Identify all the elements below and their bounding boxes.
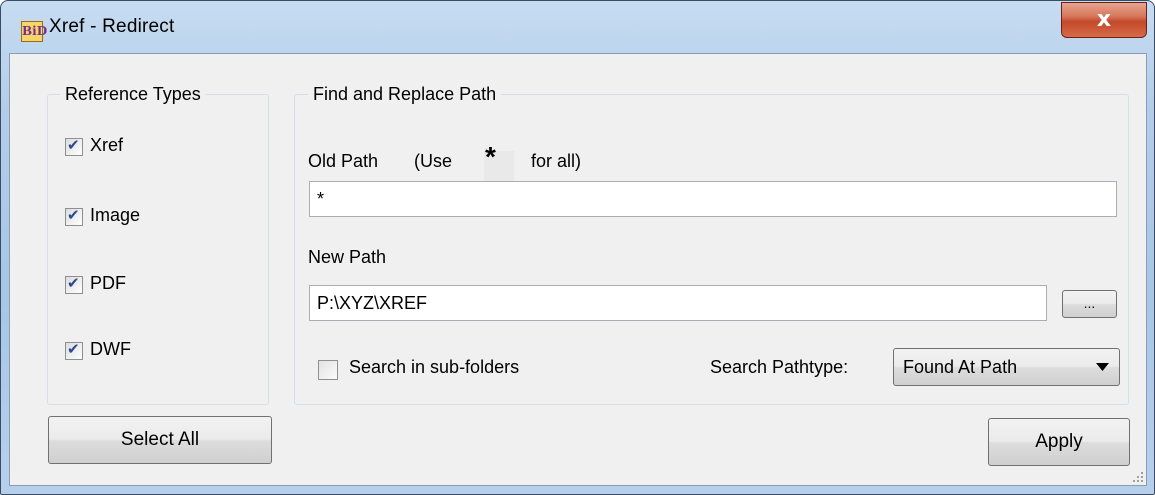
dialog-client-area: Reference Types Xref Image PDF DWF Find … <box>9 53 1147 486</box>
find-replace-legend: Find and Replace Path <box>308 84 502 105</box>
dwf-checkbox[interactable] <box>65 340 83 360</box>
search-subfolders-label[interactable]: Search in sub-folders <box>349 357 519 378</box>
chevron-down-icon <box>1096 363 1109 371</box>
old-path-hint-suffix: for all) <box>531 151 582 171</box>
browse-button[interactable]: ... <box>1062 290 1117 318</box>
image-checkbox[interactable] <box>65 206 83 226</box>
image-checkbox-label[interactable]: Image <box>90 205 140 226</box>
apply-button[interactable]: Apply <box>988 418 1130 466</box>
dwf-checkbox-label[interactable]: DWF <box>90 339 131 360</box>
app-icon: BiD <box>21 21 47 42</box>
pdf-checkbox[interactable] <box>65 274 83 294</box>
title-bar[interactable]: BiD Xref - Redirect x <box>1 1 1154 53</box>
old-path-hint-prefix: (Use <box>414 151 453 171</box>
new-path-input[interactable]: P:\XYZ\XREF <box>309 285 1047 321</box>
find-replace-group: Find and Replace Path Old Path (Use * fo… <box>294 84 1129 405</box>
resize-grip-icon[interactable] <box>1132 471 1144 483</box>
close-icon: x <box>1096 7 1112 32</box>
search-subfolders-checkbox[interactable] <box>318 360 338 380</box>
window-title: Xref - Redirect <box>49 16 175 37</box>
pdf-checkbox-label[interactable]: PDF <box>90 273 126 294</box>
close-button[interactable]: x <box>1061 2 1147 38</box>
xref-checkbox[interactable] <box>65 136 83 156</box>
pathtype-selected-value: Found At Path <box>903 357 1018 377</box>
pathtype-dropdown[interactable]: Found At Path <box>893 348 1120 386</box>
wildcard-star: * <box>485 141 496 172</box>
reference-types-legend: Reference Types <box>60 84 206 105</box>
xref-checkbox-label[interactable]: Xref <box>90 135 123 156</box>
new-path-label: New Path <box>308 247 387 267</box>
reference-types-group: Reference Types Xref Image PDF DWF <box>47 84 269 405</box>
select-all-button[interactable]: Select All <box>48 416 272 464</box>
old-path-input[interactable]: * <box>309 181 1117 217</box>
old-path-label: Old Path <box>308 151 379 171</box>
pathtype-label: Search Pathtype: <box>710 357 849 377</box>
dialog-window: BiD Xref - Redirect x Reference Types Xr… <box>0 0 1155 495</box>
